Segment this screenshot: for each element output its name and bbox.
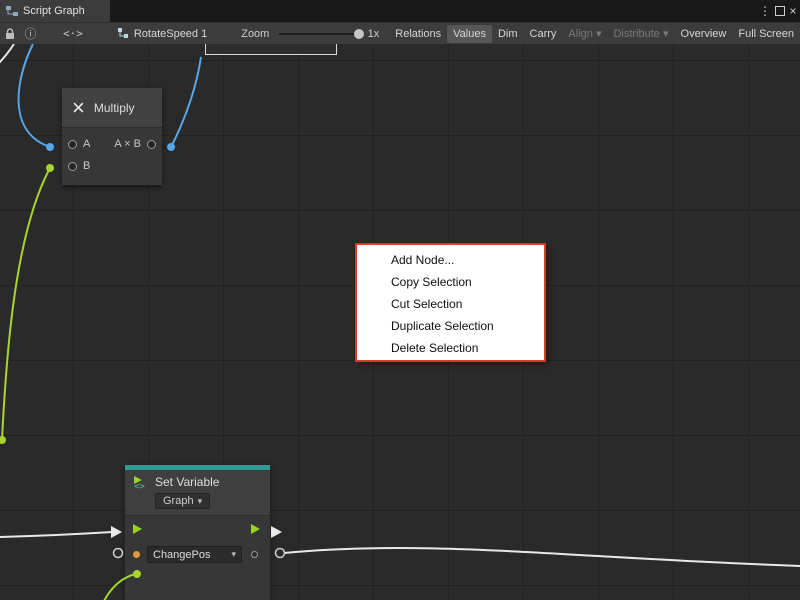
multiply-icon: × — [72, 97, 85, 119]
set-variable-body: ChangePos ▾ — [125, 516, 270, 600]
variable-name-value: ChangePos — [153, 549, 211, 561]
script-graph-window: × Multiply A A × B B — [0, 0, 800, 600]
port-a[interactable] — [68, 140, 77, 149]
port-a-label: A — [83, 138, 90, 150]
maximize-icon[interactable] — [773, 0, 787, 22]
menu-item-delete-selection[interactable]: Delete Selection — [357, 337, 544, 359]
multiply-node[interactable]: × Multiply A A × B B — [62, 88, 162, 185]
chevron-down-icon: ▾ — [231, 549, 236, 560]
port-out[interactable] — [147, 140, 156, 149]
flow-out-port[interactable] — [251, 524, 260, 534]
port-out-label: A × B — [114, 138, 141, 150]
code-icon[interactable]: <·> — [58, 23, 88, 45]
window-menu-icon[interactable]: ⋮ — [758, 0, 772, 22]
chevron-down-icon: ▾ — [198, 496, 203, 507]
graph-asset-icon — [118, 28, 129, 39]
variable-name-dropdown[interactable]: ChangePos ▾ — [147, 546, 242, 563]
value-out-port[interactable] — [251, 551, 258, 558]
set-variable-node[interactable]: <> Set Variable Graph ▾ ChangePos ▾ — [125, 465, 270, 600]
menu-item-cut-selection[interactable]: Cut Selection — [357, 293, 544, 315]
distribute-button[interactable]: Distribute ▾ — [607, 23, 674, 45]
carry-button[interactable]: Carry — [524, 23, 563, 45]
script-graph-icon — [6, 5, 18, 17]
multiply-node-title: Multiply — [94, 101, 135, 115]
graph-reference-breadcrumb[interactable]: RotateSpeed 1 — [118, 28, 207, 40]
zoom-slider-handle[interactable] — [354, 29, 364, 39]
variable-scope-dropdown[interactable]: Graph ▾ — [155, 493, 210, 509]
multiply-node-body: A A × B B — [62, 128, 162, 185]
toolbar-buttons: Relations Values Dim Carry Align ▾ Distr… — [389, 23, 800, 45]
context-menu: Add Node... Copy Selection Cut Selection… — [355, 243, 546, 362]
menu-item-copy-selection[interactable]: Copy Selection — [357, 271, 544, 293]
close-icon[interactable]: × — [786, 0, 800, 22]
set-variable-title: Set Variable — [155, 475, 219, 489]
title-bar: Script Graph ⋮ × — [0, 0, 800, 22]
menu-item-add-node[interactable]: Add Node... — [357, 249, 544, 271]
lock-icon[interactable] — [0, 23, 21, 45]
menu-item-duplicate-selection[interactable]: Duplicate Selection — [357, 315, 544, 337]
variable-scope-value: Graph — [163, 495, 194, 507]
info-icon[interactable]: ⓘ — [21, 23, 40, 45]
port-b-label: B — [83, 160, 90, 172]
tab-title: Script Graph — [23, 5, 85, 17]
align-button[interactable]: Align ▾ — [562, 23, 607, 45]
values-button[interactable]: Values — [447, 25, 492, 43]
full-screen-button[interactable]: Full Screen — [732, 23, 800, 45]
multiply-node-header[interactable]: × Multiply — [62, 88, 162, 128]
zoom-label: Zoom — [241, 28, 269, 40]
relations-button[interactable]: Relations — [389, 23, 447, 45]
tab-script-graph[interactable]: Script Graph — [0, 0, 110, 22]
port-b[interactable] — [68, 162, 77, 171]
dim-button[interactable]: Dim — [492, 23, 524, 45]
graph-name: RotateSpeed 1 — [134, 28, 207, 40]
flow-in-port[interactable] — [133, 524, 142, 534]
set-variable-icon: <> — [133, 474, 149, 490]
overview-button[interactable]: Overview — [675, 23, 733, 45]
set-variable-header[interactable]: <> Set Variable Graph ▾ — [125, 470, 270, 516]
graph-toolbar: ⓘ <·> RotateSpeed 1 Zoom 1x Relations Va… — [0, 22, 800, 44]
zoom-value: 1x — [368, 28, 380, 40]
svg-text:<>: <> — [134, 482, 145, 490]
zoom-slider[interactable] — [279, 33, 359, 35]
variable-input-port[interactable] — [133, 551, 140, 558]
